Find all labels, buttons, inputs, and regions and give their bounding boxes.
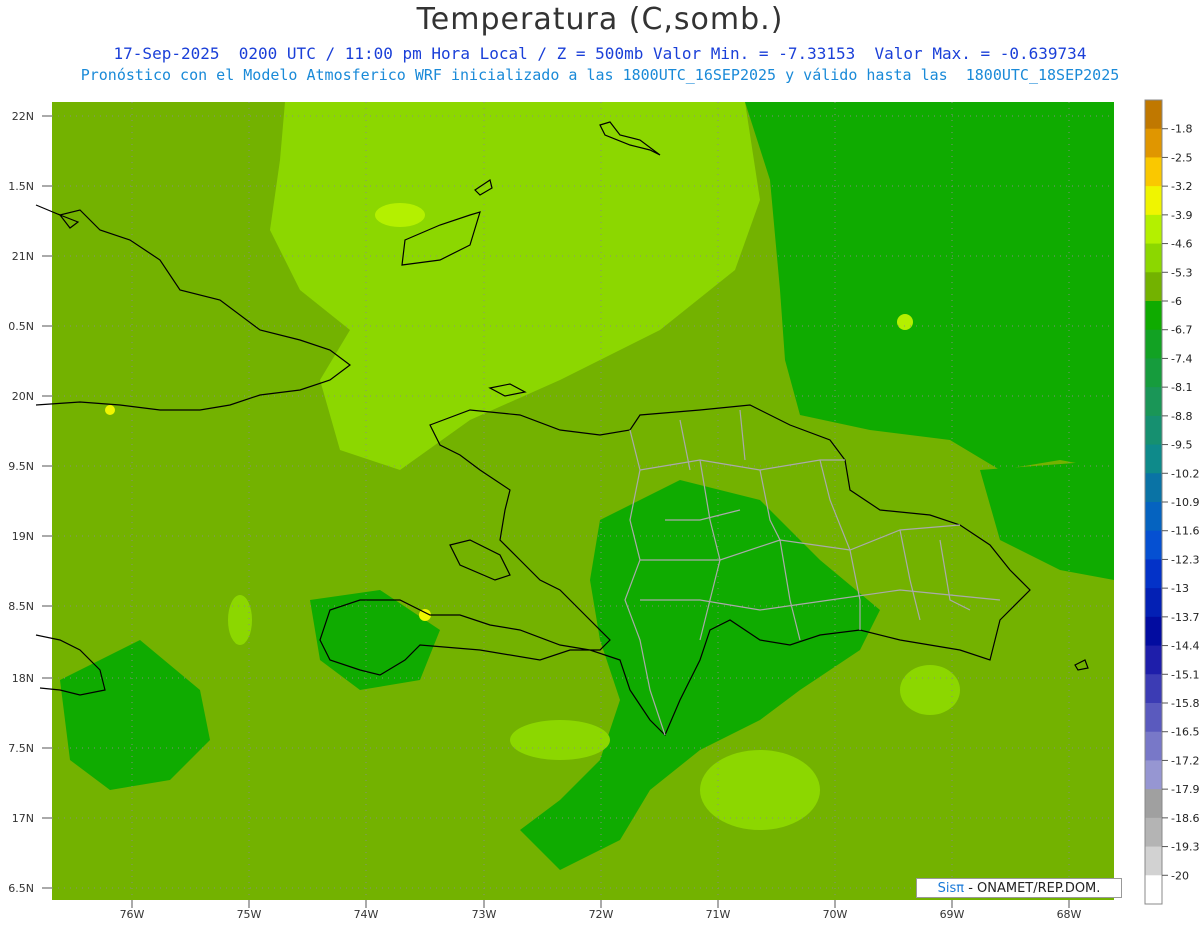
lon-label: 72W [589,908,614,921]
legend-swatch [1145,329,1162,359]
legend-label: -10.9 [1171,496,1199,509]
legend-swatch [1145,817,1162,848]
lon-label: 75W [237,908,262,921]
lon-label: 76W [120,908,145,921]
legend-label: -3.9 [1171,209,1192,222]
legend-swatch [1145,387,1162,417]
legend-label: -8.1 [1171,381,1192,394]
lat-label: 7.5N [8,742,34,755]
legend-swatch [1145,214,1162,245]
legend-label: -11.6 [1171,525,1199,538]
legend-label: -19.3 [1171,841,1199,854]
legend-label: -8.8 [1171,410,1192,423]
legend-label: -13.7 [1171,611,1199,624]
light-patch-3 [900,665,960,715]
legend-swatch [1145,760,1162,790]
legend-swatch [1145,731,1162,761]
legend-swatch [1145,415,1162,446]
legend-label: -17.2 [1171,754,1199,767]
lon-label: 73W [472,908,497,921]
latitude-labels: 22N 1.5N 21N 0.5N 20N 9.5N 19N 8.5N 18N … [8,110,34,895]
dark-green-region-east [745,102,1114,470]
color-legend: -1.8 -2.5 -3.2 -3.9 -4.6 -5.3 -6 -6.7 -7.4 -8.1 -8… [1144,99,1199,905]
legend-label: -12.3 [1171,553,1199,566]
legend-label: -20 [1171,869,1189,882]
lat-label: 18N [12,672,34,685]
lat-label: 17N [12,812,34,825]
legend-swatch [1145,243,1162,273]
legend-swatch [1145,128,1162,158]
longitude-labels: 76W 75W 74W 73W 72W 71W 70W 69W 68W [120,908,1082,921]
legend-swatch [1145,358,1162,388]
lat-label: 8.5N [8,600,34,613]
legend-swatch [1145,703,1162,733]
light-patch-4 [375,203,425,227]
legend-label: -18.6 [1171,812,1199,825]
lat-label: 1.5N [8,180,34,193]
legend-swatch [1145,559,1162,589]
legend-label: -3.2 [1171,180,1192,193]
legend-swatch [1145,502,1162,532]
light-patch-8 [228,595,252,645]
legend-swatch [1145,100,1162,130]
lat-label: 20N [12,390,34,403]
credit-label: Sisπ - ONAMET/REP.DOM. [916,878,1122,898]
legend-swatch [1145,588,1162,618]
legend-swatch [1145,157,1162,187]
legend-swatch [1145,616,1162,647]
legend-swatch [1145,473,1162,503]
legend-swatch [1145,674,1162,704]
lon-label: 71W [706,908,731,921]
lat-label: 19N [12,530,34,543]
legend-swatch [1145,530,1162,560]
lat-label: 22N [12,110,34,123]
legend-label: -5.3 [1171,266,1192,279]
legend-swatch [1145,875,1162,905]
lon-label: 68W [1057,908,1082,921]
legend-label: -6 [1171,295,1182,308]
legend-swatch [1145,272,1162,302]
legend-swatch [1145,301,1162,331]
lat-label: 21N [12,250,34,263]
legend-label: -2.5 [1171,151,1192,164]
light-patch-5 [897,314,913,330]
temperature-map: 22N 1.5N 21N 0.5N 20N 9.5N 19N 8.5N 18N … [8,99,1199,921]
lat-label: 9.5N [8,460,34,473]
legend-label: -6.7 [1171,324,1192,337]
lat-label: 6.5N [8,882,34,895]
legend-swatch [1145,645,1162,675]
legend-label: -10.2 [1171,467,1199,480]
legend-label: -4.6 [1171,238,1192,251]
legend-label: -17.9 [1171,783,1199,796]
map-field [52,102,1114,900]
light-patch-2 [510,720,610,760]
credit-text: - ONAMET/REP.DOM. [964,881,1101,896]
legend-label: -7.4 [1171,352,1192,365]
legend-swatch [1145,186,1162,216]
lon-label: 70W [823,908,848,921]
legend-swatch [1145,846,1162,876]
light-patch-7 [105,405,115,415]
legend-swatch [1145,444,1162,474]
legend-label: -1.8 [1171,123,1192,136]
legend-label: -15.8 [1171,697,1199,710]
legend-label: -15.1 [1171,668,1199,681]
sispi-brand: Sisπ [937,881,965,896]
legend-label: -9.5 [1171,439,1192,452]
lon-label: 69W [940,908,965,921]
legend-label: -16.5 [1171,726,1199,739]
lon-label: 74W [354,908,379,921]
lat-label: 0.5N [8,320,34,333]
legend-swatch [1145,789,1162,819]
legend-label: -14.4 [1171,640,1199,653]
legend-label: -13 [1171,582,1189,595]
